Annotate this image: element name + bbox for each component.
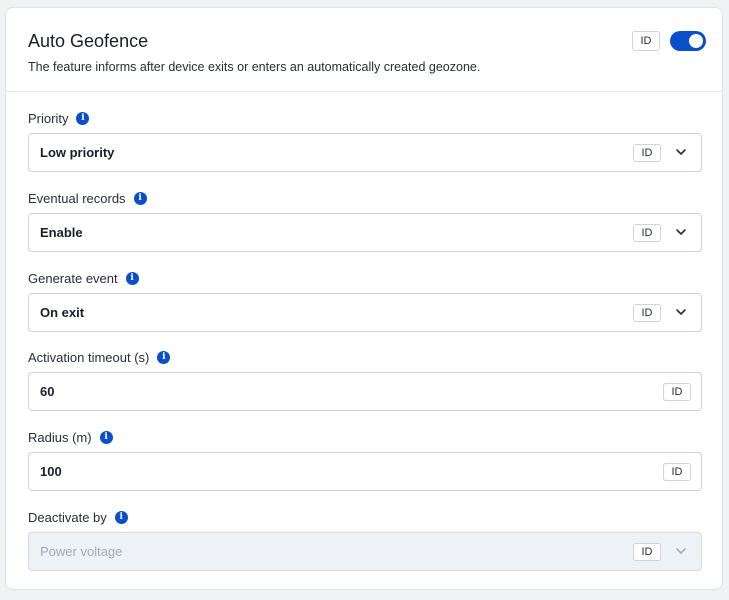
generate-event-select[interactable]: On exit ID: [28, 293, 702, 332]
info-icon[interactable]: i: [114, 510, 128, 524]
field-generate-event: Generate event i On exit ID: [28, 269, 702, 332]
radius-input[interactable]: 100 ID: [28, 452, 702, 491]
activation-timeout-input[interactable]: 60 ID: [28, 372, 702, 411]
priority-select[interactable]: Low priority ID: [28, 133, 702, 172]
input-value: 60: [40, 384, 55, 399]
field-radius: Radius (m) i 100 ID: [28, 428, 702, 491]
select-value: Low priority: [40, 145, 115, 160]
card-description: The feature informs after device exits o…: [28, 60, 481, 74]
select-value: Power voltage: [40, 544, 123, 559]
id-badge[interactable]: ID: [633, 224, 661, 242]
id-badge[interactable]: ID: [632, 31, 660, 51]
field-activation-timeout: Activation timeout (s) i 60 ID: [28, 348, 702, 411]
chevron-down-icon[interactable]: [675, 226, 687, 238]
field-deactivate-by: Deactivate by i Power voltage ID: [28, 508, 702, 571]
eventual-records-select[interactable]: Enable ID: [28, 213, 702, 252]
id-badge[interactable]: ID: [663, 383, 691, 401]
info-icon[interactable]: i: [99, 430, 113, 444]
chevron-down-icon[interactable]: [675, 306, 687, 318]
info-icon[interactable]: i: [76, 111, 90, 125]
card-header: Auto Geofence The feature informs after …: [6, 8, 722, 92]
field-label: Generate event: [28, 270, 118, 286]
field-label: Radius (m): [28, 429, 92, 445]
field-priority: Priority i Low priority ID: [28, 109, 702, 172]
field-eventual-records: Eventual records i Enable ID: [28, 189, 702, 252]
field-label: Priority: [28, 110, 69, 126]
select-value: On exit: [40, 305, 85, 320]
toggle-knob: [689, 34, 703, 48]
chevron-down-icon[interactable]: [675, 146, 687, 158]
feature-toggle[interactable]: [670, 31, 706, 51]
id-badge[interactable]: ID: [633, 144, 661, 162]
deactivate-by-select[interactable]: Power voltage ID: [28, 532, 702, 571]
auto-geofence-card: Auto Geofence The feature informs after …: [5, 7, 723, 590]
id-badge[interactable]: ID: [633, 304, 661, 322]
info-icon[interactable]: i: [133, 191, 147, 205]
input-value: 100: [40, 464, 62, 479]
select-value: Enable: [40, 225, 83, 240]
field-label: Eventual records: [28, 190, 126, 206]
info-icon[interactable]: i: [157, 350, 171, 364]
chevron-down-icon: [675, 545, 687, 557]
id-badge[interactable]: ID: [633, 543, 661, 561]
field-label: Deactivate by: [28, 509, 107, 525]
card-title: Auto Geofence: [28, 31, 149, 51]
info-icon[interactable]: i: [125, 271, 139, 285]
field-label: Activation timeout (s): [28, 349, 150, 365]
id-badge[interactable]: ID: [663, 463, 691, 481]
